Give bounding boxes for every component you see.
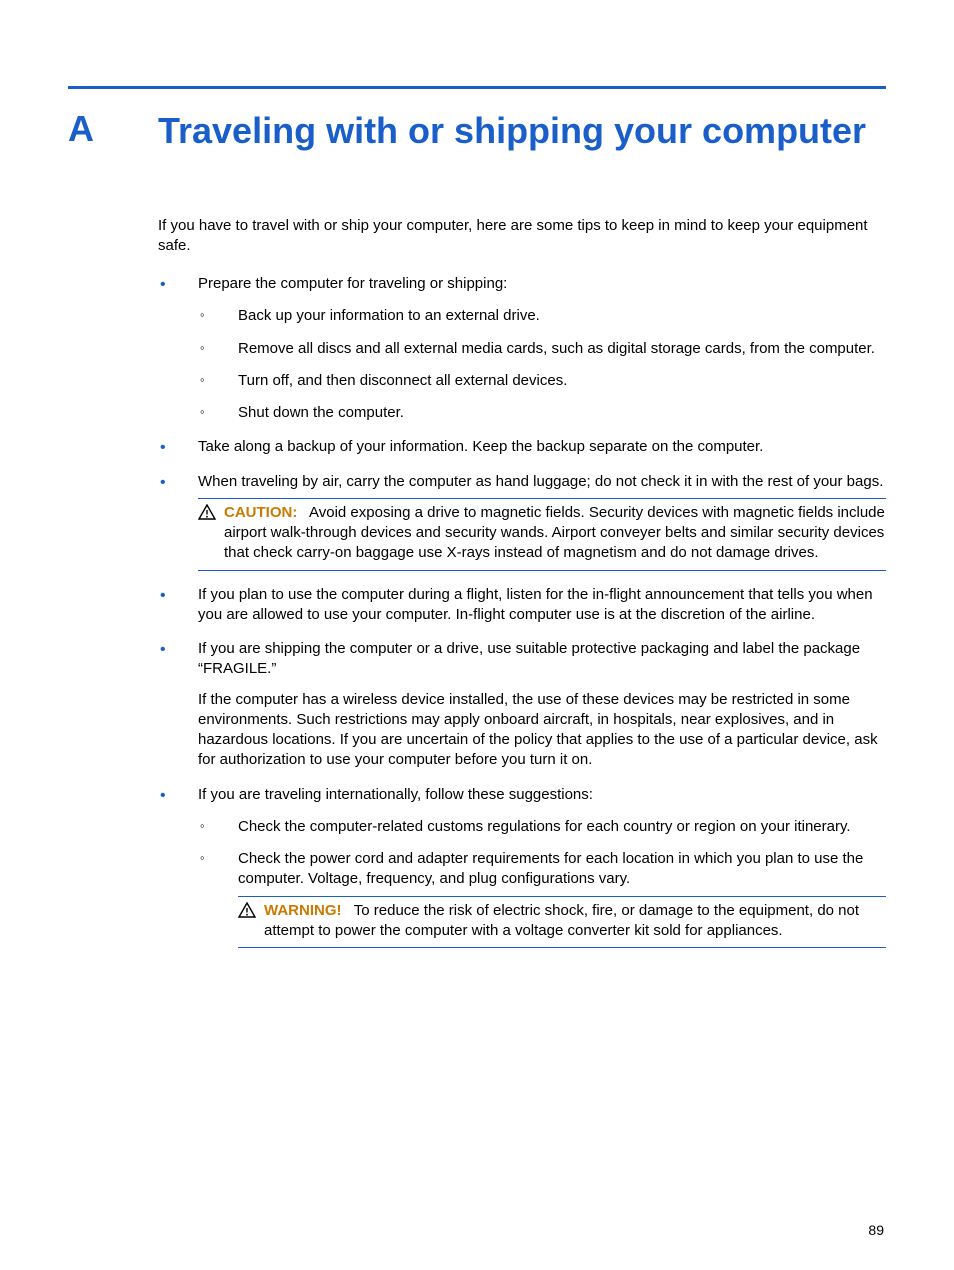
caution-triangle-icon <box>198 504 216 520</box>
bullet-text: Remove all discs and all external media … <box>238 340 875 357</box>
top-bullet-list: Prepare the computer for traveling or sh… <box>158 274 886 948</box>
page-number: 89 <box>868 1222 884 1238</box>
warning-text: To reduce the risk of electric shock, fi… <box>264 902 859 939</box>
sub-bullet-list: Check the computer-related customs regul… <box>198 817 886 948</box>
warning-triangle-icon <box>238 902 256 918</box>
list-item: If you plan to use the computer during a… <box>158 585 886 626</box>
appendix-letter: A <box>68 107 158 150</box>
top-rule <box>68 86 886 89</box>
bullet-text: Back up your information to an external … <box>238 307 540 324</box>
bullet-text: When traveling by air, carry the compute… <box>198 473 883 490</box>
list-item: Check the power cord and adapter require… <box>198 849 886 948</box>
list-item: If you are shipping the computer or a dr… <box>158 639 886 771</box>
list-item: If you are traveling internationally, fo… <box>158 785 886 949</box>
list-item: When traveling by air, carry the compute… <box>158 472 886 571</box>
bullet-text: If you are shipping the computer or a dr… <box>198 640 860 677</box>
list-item: Turn off, and then disconnect all extern… <box>198 371 886 391</box>
caution-text: Avoid exposing a drive to magnetic field… <box>224 504 885 562</box>
bullet-text: Check the computer-related customs regul… <box>238 818 851 835</box>
list-item: Prepare the computer for traveling or sh… <box>158 274 886 423</box>
sub-bullet-list: Back up your information to an external … <box>198 306 886 423</box>
warning-box: WARNING! To reduce the risk of electric … <box>238 896 886 949</box>
caution-label: CAUTION: <box>224 504 297 521</box>
bullet-text: If you plan to use the computer during a… <box>198 586 873 623</box>
caution-box: CAUTION: Avoid exposing a drive to magne… <box>198 498 886 571</box>
content-area: If you have to travel with or ship your … <box>158 216 886 949</box>
list-item: Take along a backup of your information.… <box>158 437 886 457</box>
bullet-text: Prepare the computer for traveling or sh… <box>198 275 507 292</box>
list-item: Back up your information to an external … <box>198 306 886 326</box>
list-item: Check the computer-related customs regul… <box>198 817 886 837</box>
list-item: Remove all discs and all external media … <box>198 339 886 359</box>
bullet-text: If you are traveling internationally, fo… <box>198 786 593 803</box>
list-item: Shut down the computer. <box>198 403 886 423</box>
bullet-text: Check the power cord and adapter require… <box>238 850 863 887</box>
extra-paragraph: If the computer has a wireless device in… <box>198 690 886 771</box>
intro-paragraph: If you have to travel with or ship your … <box>158 216 886 257</box>
heading-row: A Traveling with or shipping your comput… <box>68 107 886 156</box>
page-title: Traveling with or shipping your computer <box>158 107 866 156</box>
bullet-text: Shut down the computer. <box>238 404 404 421</box>
bullet-text: Turn off, and then disconnect all extern… <box>238 372 567 389</box>
bullet-text: Take along a backup of your information.… <box>198 438 763 455</box>
warning-label: WARNING! <box>264 902 342 919</box>
